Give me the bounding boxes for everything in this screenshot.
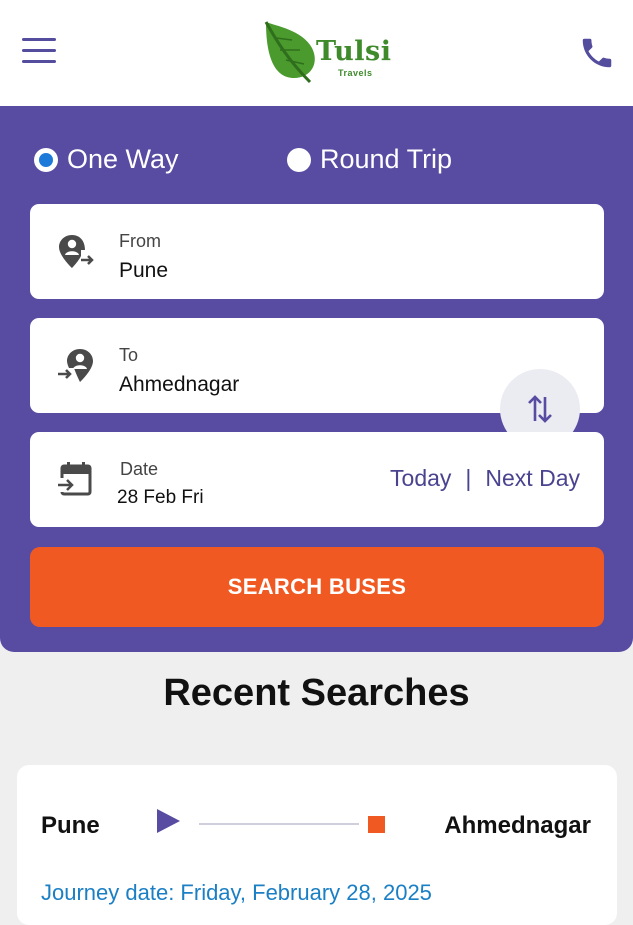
to-label: To xyxy=(119,345,139,365)
radio-round-trip[interactable]: Round Trip xyxy=(287,144,452,175)
logo-text: Tulsi xyxy=(316,36,392,67)
date-field[interactable]: Date 28 Feb Fri Today | Next Day xyxy=(30,432,604,527)
today-link[interactable]: Today xyxy=(390,465,451,492)
date-link-separator: | xyxy=(465,465,472,491)
search-panel: One Way Round Trip From Pune To Ahmednag… xyxy=(0,106,633,652)
radio-one-way-label: One Way xyxy=(67,144,179,174)
from-label: From xyxy=(119,231,161,251)
route-start-icon xyxy=(157,809,180,833)
radio-one-way[interactable]: One Way xyxy=(34,144,179,175)
from-value: Pune xyxy=(119,259,169,282)
recent-journey-date: Journey date: Friday, February 28, 2025 xyxy=(41,880,432,905)
route-indicator xyxy=(157,809,389,835)
recent-searches-title: Recent Searches xyxy=(163,672,470,714)
to-value: Ahmednagar xyxy=(119,373,240,396)
logo-subtext: Travels xyxy=(338,68,373,78)
search-buses-button[interactable]: SEARCH BUSES xyxy=(30,547,604,627)
from-field[interactable]: From Pune xyxy=(30,204,604,299)
app-header: Tulsi Travels xyxy=(0,0,633,106)
hamburger-menu-icon[interactable] xyxy=(22,38,58,68)
recent-to: Ahmednagar xyxy=(444,812,591,839)
leaf-icon xyxy=(264,21,315,84)
radio-unselected-icon xyxy=(287,147,311,172)
recent-search-item[interactable]: Pune Ahmednagar Journey date: Friday, Fe… xyxy=(17,765,617,925)
location-arrive-icon xyxy=(56,346,96,386)
recent-from: Pune xyxy=(41,812,100,839)
location-depart-icon xyxy=(56,232,96,272)
route-line xyxy=(199,823,359,825)
quick-date-links: Today | Next Day xyxy=(390,465,580,492)
date-value: 28 Feb Fri xyxy=(117,487,204,508)
date-label: Date xyxy=(120,459,159,479)
next-day-link[interactable]: Next Day xyxy=(485,465,580,492)
radio-selected-icon xyxy=(34,147,58,172)
calendar-icon xyxy=(56,460,96,500)
route-end-icon xyxy=(368,816,385,833)
radio-round-trip-label: Round Trip xyxy=(320,144,453,174)
phone-icon[interactable] xyxy=(578,34,618,74)
tulsi-travels-logo: Tulsi Travels xyxy=(262,20,392,86)
